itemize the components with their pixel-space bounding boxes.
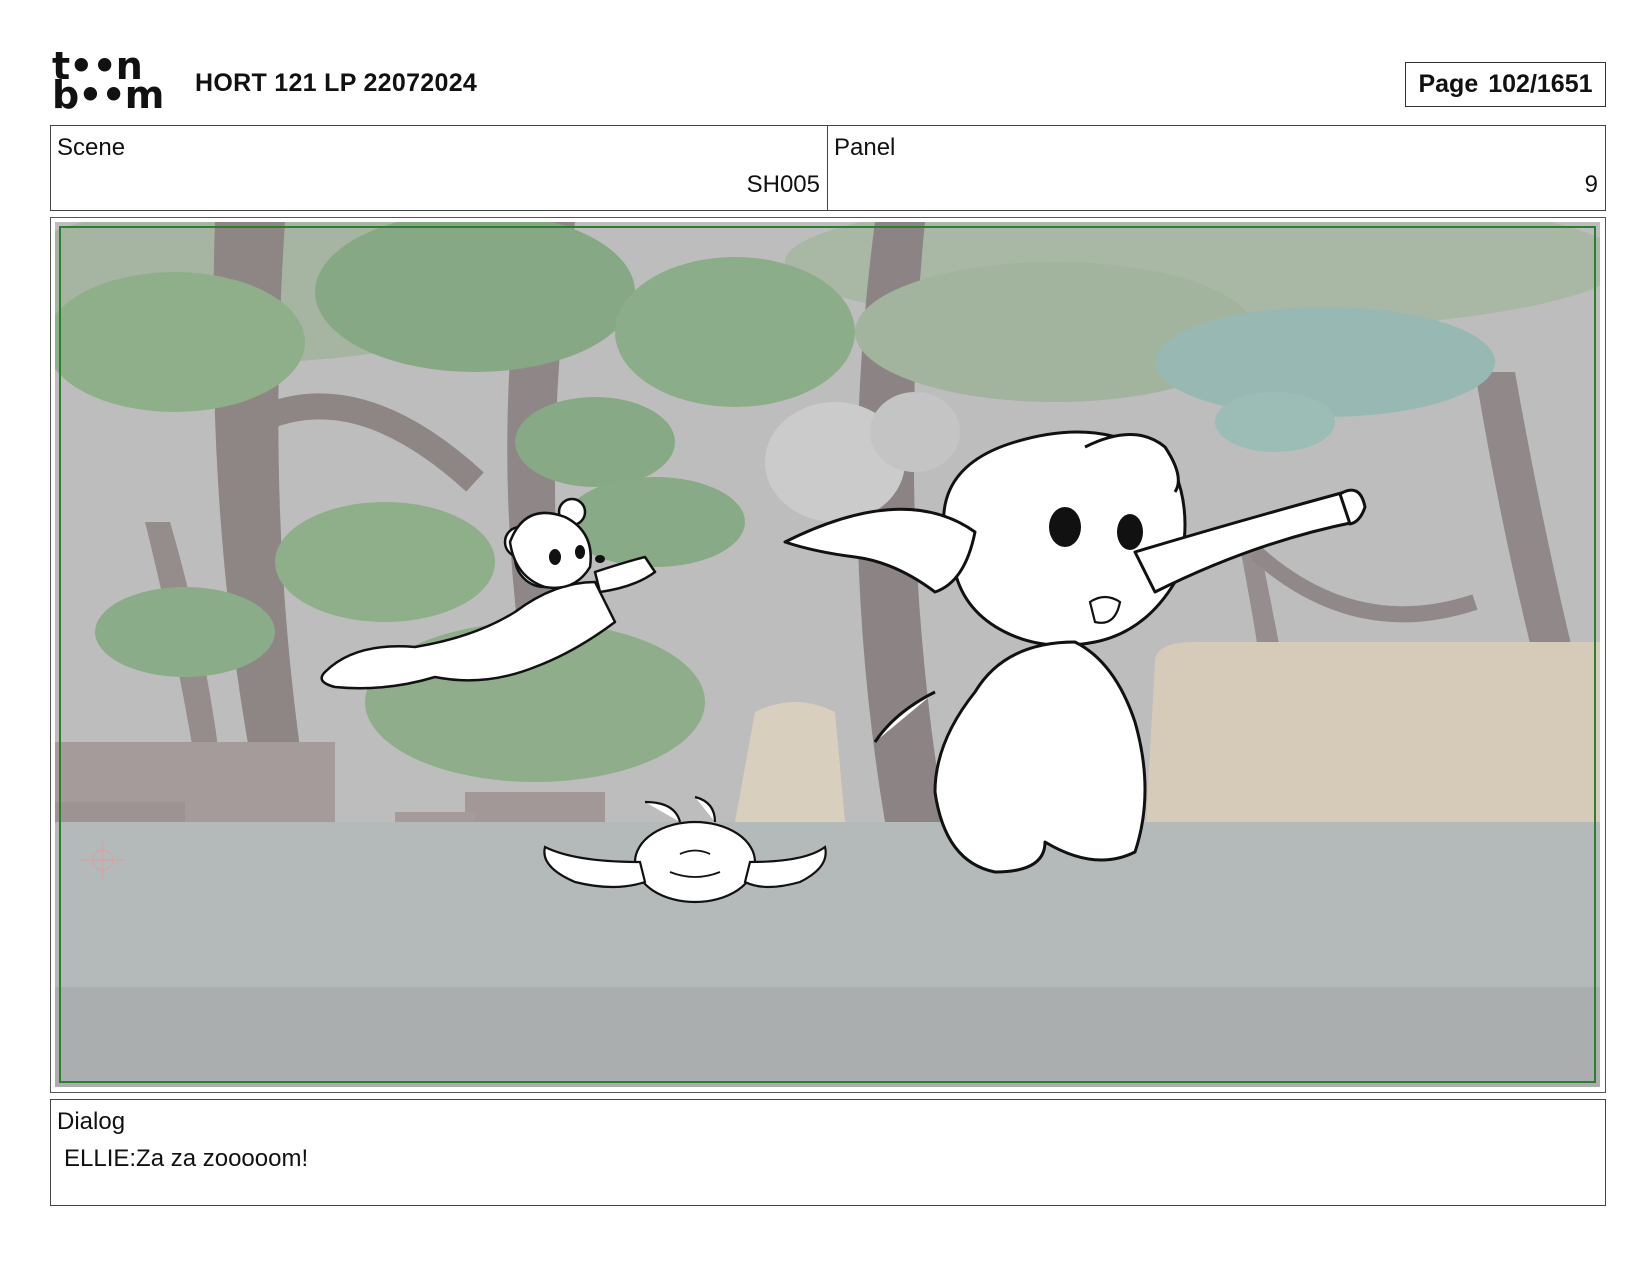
page-number: 102/1651	[1488, 70, 1593, 98]
toonboom-logo: t••n b••m	[52, 47, 170, 117]
storyboard-frame	[50, 217, 1606, 1093]
panel-label: Panel	[834, 134, 896, 161]
scene-label: Scene	[57, 134, 126, 161]
dialog-box: Dialog ELLIE:Za za zooooom!	[50, 1099, 1606, 1206]
document-title: HORT 121 LP 22072024	[195, 69, 478, 97]
panel-cell: Panel 9	[828, 126, 1605, 210]
scene-cell: Scene SH005	[51, 126, 828, 210]
scene-panel-row: Scene SH005 Panel 9	[50, 125, 1606, 211]
scene-value: SH005	[746, 171, 820, 198]
page-label: Page	[1418, 70, 1479, 98]
page-indicator: Page 102/1651	[1405, 62, 1606, 107]
logo-line-bottom: b••m	[52, 73, 164, 117]
panel-value: 9	[1584, 171, 1598, 198]
dialog-text: ELLIE:Za za zooooom!	[64, 1145, 309, 1172]
dialog-label: Dialog	[57, 1108, 126, 1135]
storyboard-panel-image	[55, 222, 1600, 1087]
